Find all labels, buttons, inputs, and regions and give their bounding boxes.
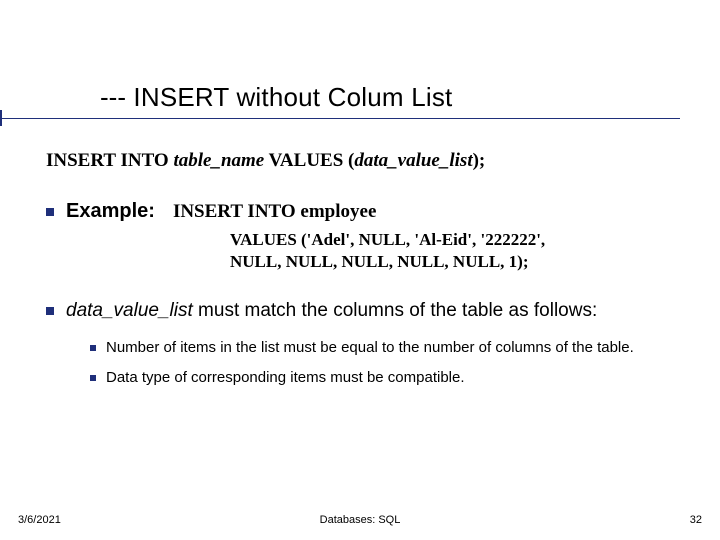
para-ital: data_value_list bbox=[66, 300, 193, 321]
sub-row-2: Data type of corresponding items must be… bbox=[90, 368, 690, 388]
syntax-table-name: table_name bbox=[173, 150, 264, 171]
footer-title: Databases: SQL bbox=[0, 514, 720, 526]
example-code-line1: INSERT INTO employee bbox=[173, 201, 376, 223]
syntax-suffix: ); bbox=[473, 150, 486, 171]
slide: --- INSERT without Colum List INSERT INT… bbox=[0, 0, 720, 540]
bullet-icon bbox=[46, 208, 54, 216]
para-text: data_value_list must match the columns o… bbox=[66, 299, 690, 324]
syntax-line: INSERT INTO table_name VALUES (data_valu… bbox=[46, 150, 690, 172]
bullet-icon bbox=[90, 345, 96, 351]
example-code-line3: NULL, NULL, NULL, NULL, NULL, 1); bbox=[230, 251, 690, 273]
sub-text-1: Number of items in the list must be equa… bbox=[106, 338, 690, 358]
example-code-line2: VALUES ('Adel', NULL, 'Al-Eid', '222222'… bbox=[230, 229, 690, 251]
title-row: --- INSERT without Colum List bbox=[100, 82, 680, 113]
example-line: Example: INSERT INTO employee bbox=[66, 200, 690, 223]
syntax-prefix: INSERT INTO bbox=[46, 150, 173, 171]
example-row: Example: INSERT INTO employee bbox=[46, 200, 690, 223]
sublist: Number of items in the list must be equa… bbox=[90, 338, 690, 389]
sub-text-2: Data type of corresponding items must be… bbox=[106, 368, 690, 388]
para-row: data_value_list must match the columns o… bbox=[46, 299, 690, 324]
example-code-block: VALUES ('Adel', NULL, 'Al-Eid', '222222'… bbox=[230, 229, 690, 273]
footer-page-number: 32 bbox=[690, 514, 702, 526]
title-underline bbox=[0, 118, 680, 119]
syntax-mid: VALUES ( bbox=[264, 150, 354, 171]
bullet-icon bbox=[90, 375, 96, 381]
body: INSERT INTO table_name VALUES (data_valu… bbox=[46, 150, 690, 398]
bullet-icon bbox=[46, 307, 54, 315]
example-label: Example: bbox=[66, 200, 155, 223]
sub-row-1: Number of items in the list must be equa… bbox=[90, 338, 690, 358]
para-rest: must match the columns of the table as f… bbox=[193, 300, 597, 321]
syntax-dvl: data_value_list bbox=[354, 150, 472, 171]
title-text: INSERT without Colum List bbox=[133, 82, 452, 112]
title-dashes: --- bbox=[100, 82, 126, 112]
slide-title: --- INSERT without Colum List bbox=[100, 82, 452, 112]
